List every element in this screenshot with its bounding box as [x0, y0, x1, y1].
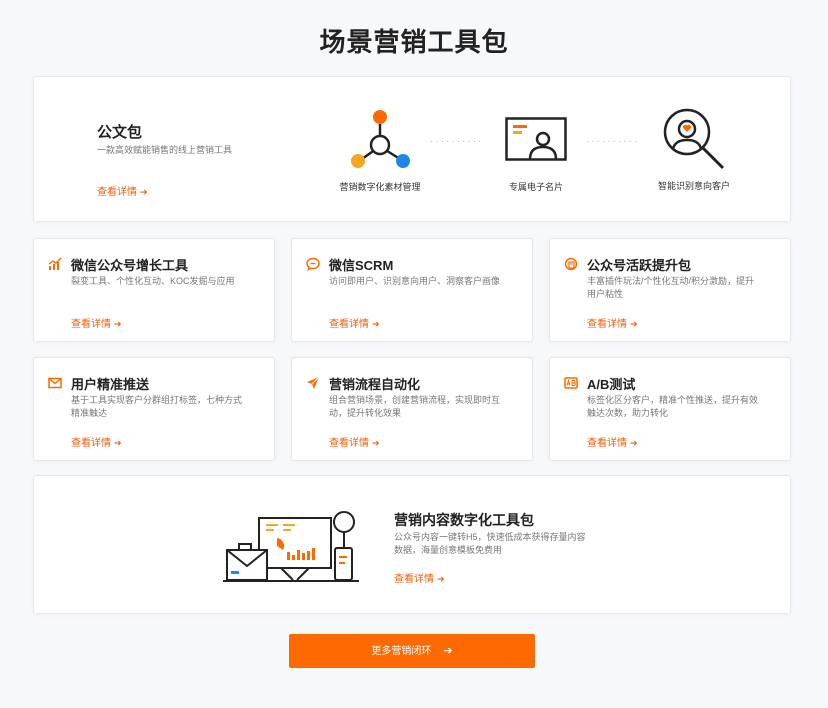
step-material-management: 营销数字化素材管理	[334, 109, 426, 193]
material-network-icon	[351, 110, 410, 168]
step-label: 营销数字化素材管理	[339, 182, 421, 192]
card-title: 营销流程自动化	[329, 377, 421, 392]
step-label: 专属电子名片	[508, 182, 563, 192]
card-wechat-scrm: 微信SCRM 访问即用户、识别意向用户、洞察客户画像 查看详情 ➔	[291, 238, 533, 342]
paper-plane-icon	[307, 376, 320, 389]
growth-chart-icon	[48, 257, 62, 270]
arrow-right-icon: ➔	[114, 319, 122, 329]
arrow-right-icon: ➔	[443, 645, 453, 657]
arrow-right-icon: ➔	[630, 319, 638, 329]
card-title: 公众号活跃提升包	[587, 258, 692, 273]
detail-label: 查看详情	[329, 438, 369, 449]
hero-detail-link[interactable]: 查看详情 ➔	[97, 183, 148, 198]
more-marketing-button[interactable]: 更多营销闭环 ➔	[289, 634, 535, 668]
page-title: 场景营销工具包	[319, 27, 509, 57]
card-title: 微信公众号增长工具	[71, 258, 189, 273]
detail-link[interactable]: 查看详情 ➔	[71, 315, 122, 330]
mail-push-icon	[48, 377, 62, 389]
activity-package-icon	[564, 257, 578, 271]
content-digital-illustration	[223, 511, 359, 582]
arrow-right-icon: ➔	[372, 438, 380, 448]
arrow-right-icon: ➔	[630, 438, 638, 448]
card-title: A/B测试	[587, 377, 636, 392]
detail-link[interactable]: 查看详情 ➔	[71, 434, 122, 449]
arrow-right-icon: ➔	[140, 187, 148, 197]
step-business-card: 专属电子名片	[490, 117, 582, 193]
card-activity-boost: 公众号活跃提升包 丰富插件玩法/个性化互动/积分激励，提升用户粘性 查看详情 ➔	[549, 238, 791, 342]
detail-link[interactable]: 查看详情 ➔	[394, 570, 445, 585]
card-desc: 丰富插件玩法/个性化互动/积分激励，提升用户粘性	[587, 276, 755, 299]
card-desc: 组合营销场景，创建营销流程，实现即时互动，提升转化效果	[329, 395, 501, 418]
detail-label: 查看详情	[71, 319, 111, 330]
chat-bubble-icon	[306, 257, 320, 271]
card-desc: 公众号内容一键转H5，快速低成本获得存量内容数据，海量创意模板免费用	[394, 532, 586, 555]
arrow-right-icon: ➔	[437, 574, 445, 584]
detail-label: 查看详情	[329, 319, 369, 330]
step-intent-recognition: 智能识别意向客户	[644, 107, 744, 192]
card-desc: 标签化区分客户，精准个性推送，提升有效触达次数，助力转化	[587, 395, 759, 418]
card-wechat-growth: 微信公众号增长工具 裂变工具、个性化互动、KOC发掘与应用 查看详情 ➔	[33, 238, 275, 342]
step-label: 智能识别意向客户	[657, 181, 730, 191]
card-title: 营销内容数字化工具包	[394, 512, 534, 528]
detail-link[interactable]: 查看详情 ➔	[587, 315, 638, 330]
business-card-icon	[505, 117, 567, 161]
detail-link[interactable]: 查看详情 ➔	[329, 315, 380, 330]
detail-label: 查看详情	[587, 319, 627, 330]
hero-title: 公文包	[97, 124, 143, 141]
detail-link[interactable]: 查看详情 ➔	[329, 434, 380, 449]
ab-test-icon	[564, 377, 578, 389]
detail-label: 查看详情	[71, 438, 111, 449]
flow-dots: ··········	[586, 136, 640, 147]
card-ab-test: A/B测试 标签化区分客户，精准个性推送，提升有效触达次数，助力转化 查看详情 ➔	[549, 357, 791, 461]
detail-label: 查看详情	[587, 438, 627, 449]
magnifier-person-icon	[663, 108, 725, 170]
detail-label: 查看详情	[394, 574, 434, 585]
arrow-right-icon: ➔	[372, 319, 380, 329]
cta-label: 更多营销闭环	[371, 646, 432, 657]
hero-detail-label: 查看详情	[97, 187, 137, 198]
hero-card-briefcase: 公文包 一款高效赋能销售的线上营销工具 查看详情 ➔ 营销数字化素材管理 ····…	[33, 76, 791, 222]
card-desc: 裂变工具、个性化互动、KOC发掘与应用	[71, 276, 235, 286]
card-precise-push: 用户精准推送 基于工具实现客户分群组打标签，七种方式精准触达 查看详情 ➔	[33, 357, 275, 461]
card-title: 微信SCRM	[329, 258, 394, 273]
card-title: 用户精准推送	[71, 377, 150, 392]
card-content-digitalization: 营销内容数字化工具包 公众号内容一键转H5，快速低成本获得存量内容数据，海量创意…	[33, 475, 791, 614]
arrow-right-icon: ➔	[114, 438, 122, 448]
detail-link[interactable]: 查看详情 ➔	[587, 434, 638, 449]
card-marketing-automation: 营销流程自动化 组合营销场景，创建营销流程，实现即时互动，提升转化效果 查看详情…	[291, 357, 533, 461]
hero-desc: 一款高效赋能销售的线上营销工具	[97, 145, 233, 155]
card-desc: 基于工具实现客户分群组打标签，七种方式精准触达	[71, 395, 243, 418]
card-desc: 访问即用户、识别意向用户、洞察客户画像	[329, 276, 501, 286]
flow-dots: ··········	[430, 136, 484, 147]
